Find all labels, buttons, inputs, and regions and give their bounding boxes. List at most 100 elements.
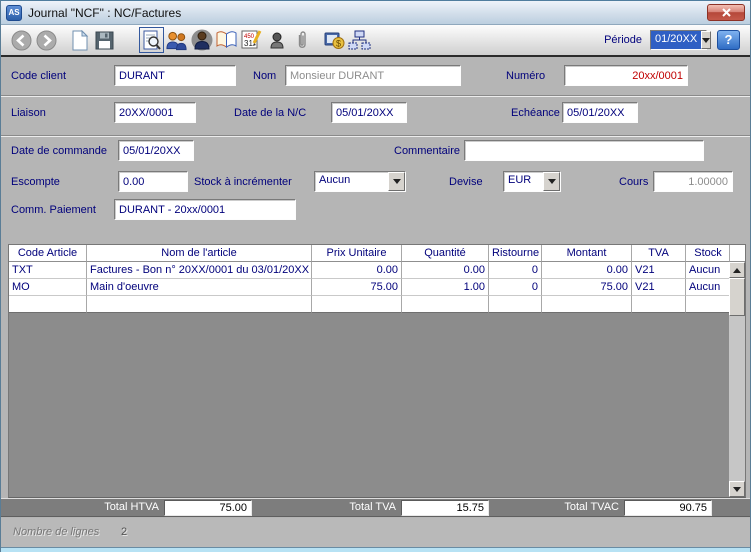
table-cell[interactable]	[312, 296, 402, 313]
contact-icon	[270, 32, 284, 49]
chevron-down-icon	[702, 38, 710, 43]
periode-group: Période 01/20XX ?	[604, 30, 750, 50]
table-cell[interactable]	[542, 296, 632, 313]
liaison-field[interactable]	[114, 102, 196, 123]
column-header[interactable]: Code Article	[9, 245, 87, 262]
calendar-edit-button[interactable]: 450 31	[239, 27, 264, 53]
column-header[interactable]: Quantité	[402, 245, 489, 262]
table-cell[interactable]	[87, 296, 312, 313]
app-icon: AS	[6, 5, 22, 21]
table-cell[interactable]: Factures - Bon n° 20XX/0001 du 03/01/20X…	[87, 262, 312, 279]
stock-dropdown-button[interactable]	[388, 172, 405, 191]
new-document-icon	[71, 30, 89, 51]
table-cell[interactable]	[9, 296, 87, 313]
scroll-up-button[interactable]	[729, 262, 745, 278]
periode-combobox[interactable]: 01/20XX	[650, 30, 707, 50]
line-items-table: Code ArticleNom de l'articlePrix Unitair…	[8, 244, 746, 498]
table-cell[interactable]: TXT	[9, 262, 87, 279]
table-cell[interactable]: 75.00	[312, 279, 402, 296]
scroll-down-button[interactable]	[729, 481, 745, 497]
help-button[interactable]: ?	[717, 30, 740, 50]
catalog-book-button[interactable]	[214, 27, 239, 53]
table-cell[interactable]	[489, 296, 542, 313]
table-cell[interactable]	[402, 296, 489, 313]
code-client-field[interactable]	[114, 65, 236, 86]
table-scrollbar[interactable]	[729, 245, 745, 497]
window-bottom-border	[1, 547, 750, 552]
table-cell[interactable]	[686, 296, 731, 313]
commentaire-label: Commentaire	[394, 145, 460, 157]
table-cell[interactable]: Aucun	[686, 262, 731, 279]
column-header[interactable]: Prix Unitaire	[312, 245, 402, 262]
clients-icon	[165, 30, 188, 51]
new-document-button[interactable]	[67, 27, 92, 53]
divider	[1, 95, 750, 97]
column-header[interactable]: Ristourne	[489, 245, 542, 262]
periode-value[interactable]: 01/20XX	[651, 31, 701, 49]
back-icon	[11, 30, 32, 51]
table-cell[interactable]: MO	[9, 279, 87, 296]
total-htva-field[interactable]	[164, 500, 252, 516]
total-tvac-field[interactable]	[624, 500, 712, 516]
payment-icon: $	[324, 30, 346, 50]
toolbar: 450 31 $	[1, 25, 750, 57]
line-count-label: Nombre de lignes	[13, 526, 99, 538]
echeance-field[interactable]	[562, 102, 638, 123]
date-commande-field[interactable]	[118, 140, 194, 161]
table-cell[interactable]	[632, 296, 686, 313]
table-cell[interactable]: V21	[632, 262, 686, 279]
title-bar[interactable]: AS Journal "NCF" : NC/Factures	[1, 1, 750, 25]
scrollbar-thumb[interactable]	[729, 278, 745, 316]
total-tva-field[interactable]	[401, 500, 489, 516]
status-bar: Nombre de lignes 2	[1, 518, 750, 547]
nom-field	[285, 65, 461, 86]
periode-dropdown-button[interactable]	[701, 31, 711, 49]
table-header-row: Code ArticleNom de l'articlePrix Unitair…	[9, 245, 731, 262]
client-button[interactable]	[189, 27, 214, 53]
comm-paiement-field[interactable]	[114, 199, 296, 220]
payment-button[interactable]: $	[322, 27, 347, 53]
table-cell[interactable]: 75.00	[542, 279, 632, 296]
column-header[interactable]: Stock	[686, 245, 731, 262]
line-count-value: 2	[121, 526, 127, 538]
table-row[interactable]: MOMain d'oeuvre75.001.00075.00V21Aucun	[9, 279, 731, 296]
clients-button[interactable]	[164, 27, 189, 53]
table-cell[interactable]: 0.00	[312, 262, 402, 279]
contact-button[interactable]	[264, 27, 289, 53]
commentaire-field[interactable]	[464, 140, 704, 161]
devise-combobox[interactable]: EUR	[503, 171, 561, 192]
column-header[interactable]: Nom de l'article	[87, 245, 312, 262]
table-cell[interactable]: Main d'oeuvre	[87, 279, 312, 296]
divider	[1, 135, 750, 137]
attachment-button[interactable]	[289, 27, 314, 53]
date-nc-field[interactable]	[331, 102, 407, 123]
table-row[interactable]	[9, 296, 731, 313]
scrollbar-header-filler	[729, 245, 745, 262]
stock-incrementer-value[interactable]: Aucun	[315, 172, 388, 191]
table-cell[interactable]: V21	[632, 279, 686, 296]
structure-button[interactable]	[347, 27, 372, 53]
column-header[interactable]: Montant	[542, 245, 632, 262]
echeance-label: Echéance	[511, 107, 560, 119]
table-cell[interactable]: Aucun	[686, 279, 731, 296]
table-cell[interactable]: 0.00	[402, 262, 489, 279]
catalog-book-icon	[215, 30, 238, 50]
stock-incrementer-combobox[interactable]: Aucun	[314, 171, 406, 192]
table-cell[interactable]: 1.00	[402, 279, 489, 296]
close-button[interactable]	[707, 4, 745, 21]
devise-dropdown-button[interactable]	[543, 172, 560, 191]
line-items-grid: Code ArticleNom de l'articlePrix Unitair…	[9, 245, 731, 313]
devise-value[interactable]: EUR	[504, 172, 543, 191]
chevron-up-icon	[733, 268, 741, 273]
table-cell[interactable]: 0.00	[542, 262, 632, 279]
column-header[interactable]: TVA	[632, 245, 686, 262]
save-button[interactable]	[92, 27, 117, 53]
escompte-field[interactable]	[118, 171, 188, 192]
table-cell[interactable]: 0	[489, 279, 542, 296]
table-row[interactable]: TXTFactures - Bon n° 20XX/0001 du 03/01/…	[9, 262, 731, 279]
forward-button[interactable]	[34, 27, 59, 53]
preview-search-button[interactable]	[139, 27, 164, 53]
back-button[interactable]	[9, 27, 34, 53]
numero-field[interactable]	[564, 65, 688, 86]
table-cell[interactable]: 0	[489, 262, 542, 279]
